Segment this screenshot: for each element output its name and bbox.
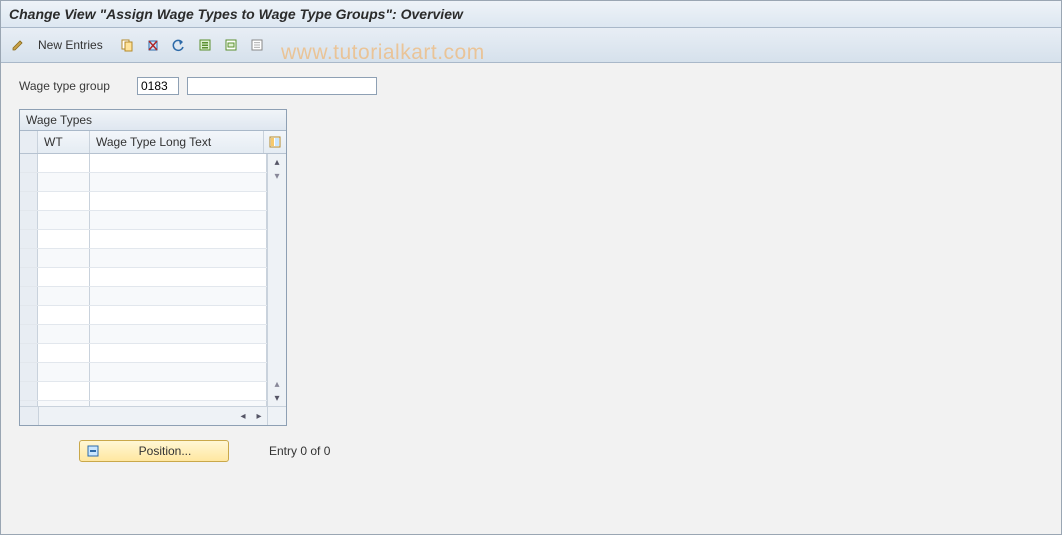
- table-row[interactable]: [20, 173, 267, 192]
- scroll-down-icon[interactable]: ▾: [269, 390, 285, 406]
- cell-long-text[interactable]: [90, 268, 267, 286]
- table-header: WT Wage Type Long Text: [20, 131, 286, 154]
- wage-type-group-row: Wage type group: [19, 77, 1051, 95]
- cell-long-text[interactable]: [90, 363, 267, 381]
- table-column-wt[interactable]: WT: [38, 131, 90, 153]
- row-selector[interactable]: [20, 401, 38, 406]
- row-selector[interactable]: [20, 211, 38, 229]
- position-icon: [86, 444, 100, 458]
- cell-long-text[interactable]: [90, 192, 267, 210]
- wage-types-table-panel: Wage Types WT Wage Type Long Text ▴ ▾ ▴ …: [19, 109, 287, 426]
- table-row[interactable]: [20, 306, 267, 325]
- table-row[interactable]: [20, 230, 267, 249]
- delete-icon[interactable]: [142, 34, 164, 56]
- wage-type-group-label: Wage type group: [19, 79, 129, 93]
- row-selector[interactable]: [20, 344, 38, 362]
- wage-type-group-desc-input[interactable]: [187, 77, 377, 95]
- horizontal-scrollbar[interactable]: ◂ ▸: [20, 406, 286, 425]
- row-selector[interactable]: [20, 306, 38, 324]
- table-row[interactable]: [20, 211, 267, 230]
- scroll-left-icon[interactable]: ◂: [235, 408, 251, 424]
- cell-wt[interactable]: [38, 173, 90, 191]
- cell-long-text[interactable]: [90, 325, 267, 343]
- copy-as-icon[interactable]: [116, 34, 138, 56]
- row-selector[interactable]: [20, 249, 38, 267]
- position-button-label: Position...: [108, 444, 222, 458]
- window-title-bar: Change View "Assign Wage Types to Wage T…: [1, 1, 1061, 28]
- wage-types-table-title: Wage Types: [20, 110, 286, 131]
- row-selector[interactable]: [20, 192, 38, 210]
- scroll-up-step-icon[interactable]: ▾: [269, 168, 285, 184]
- cell-wt[interactable]: [38, 230, 90, 248]
- table-select-all-header[interactable]: [20, 131, 38, 153]
- table-column-long-text[interactable]: Wage Type Long Text: [90, 131, 264, 153]
- cell-long-text[interactable]: [90, 230, 267, 248]
- table-row[interactable]: [20, 344, 267, 363]
- row-selector[interactable]: [20, 363, 38, 381]
- entry-count-text: Entry 0 of 0: [269, 444, 330, 458]
- toggle-display-change-icon[interactable]: [7, 34, 29, 56]
- cell-long-text[interactable]: [90, 306, 267, 324]
- scroll-right-icon[interactable]: ▸: [251, 408, 267, 424]
- cell-wt[interactable]: [38, 325, 90, 343]
- row-selector[interactable]: [20, 268, 38, 286]
- select-block-icon[interactable]: [220, 34, 242, 56]
- cell-wt[interactable]: [38, 192, 90, 210]
- page-title: Change View "Assign Wage Types to Wage T…: [9, 6, 463, 22]
- table-row[interactable]: [20, 192, 267, 211]
- cell-long-text[interactable]: [90, 211, 267, 229]
- cell-wt[interactable]: [38, 306, 90, 324]
- wage-type-group-code-input[interactable]: [137, 77, 179, 95]
- table-row[interactable]: [20, 363, 267, 382]
- table-row[interactable]: [20, 249, 267, 268]
- table-settings-icon[interactable]: [264, 131, 286, 153]
- row-selector[interactable]: [20, 325, 38, 343]
- cell-wt[interactable]: [38, 363, 90, 381]
- row-selector[interactable]: [20, 173, 38, 191]
- cell-wt[interactable]: [38, 249, 90, 267]
- cell-long-text[interactable]: [90, 382, 267, 400]
- deselect-all-icon[interactable]: [246, 34, 268, 56]
- new-entries-button[interactable]: New Entries: [33, 35, 112, 55]
- row-selector[interactable]: [20, 154, 38, 172]
- cell-wt[interactable]: [38, 344, 90, 362]
- cell-long-text[interactable]: [90, 287, 267, 305]
- cell-wt[interactable]: [38, 268, 90, 286]
- cell-wt[interactable]: [38, 154, 90, 172]
- hscroll-corner-left: [20, 407, 39, 425]
- table-row[interactable]: [20, 154, 267, 173]
- undo-change-icon[interactable]: [168, 34, 190, 56]
- cell-long-text[interactable]: [90, 154, 267, 172]
- select-all-icon[interactable]: [194, 34, 216, 56]
- cell-wt[interactable]: [38, 211, 90, 229]
- table-row[interactable]: [20, 287, 267, 306]
- hscroll-corner-right: [267, 407, 286, 425]
- table-row[interactable]: [20, 382, 267, 401]
- table-row[interactable]: [20, 325, 267, 344]
- cell-wt[interactable]: [38, 287, 90, 305]
- position-button[interactable]: Position...: [79, 440, 229, 462]
- cell-wt[interactable]: [38, 401, 90, 406]
- table-row[interactable]: [20, 268, 267, 287]
- row-selector[interactable]: [20, 287, 38, 305]
- cell-long-text[interactable]: [90, 249, 267, 267]
- cell-long-text[interactable]: [90, 344, 267, 362]
- table-row[interactable]: [20, 401, 267, 406]
- cell-wt[interactable]: [38, 382, 90, 400]
- cell-long-text[interactable]: [90, 401, 267, 406]
- row-selector[interactable]: [20, 230, 38, 248]
- row-selector[interactable]: [20, 382, 38, 400]
- cell-long-text[interactable]: [90, 173, 267, 191]
- app-toolbar: New Entries: [1, 28, 1061, 63]
- vertical-scrollbar[interactable]: ▴ ▾ ▴ ▾: [267, 154, 286, 406]
